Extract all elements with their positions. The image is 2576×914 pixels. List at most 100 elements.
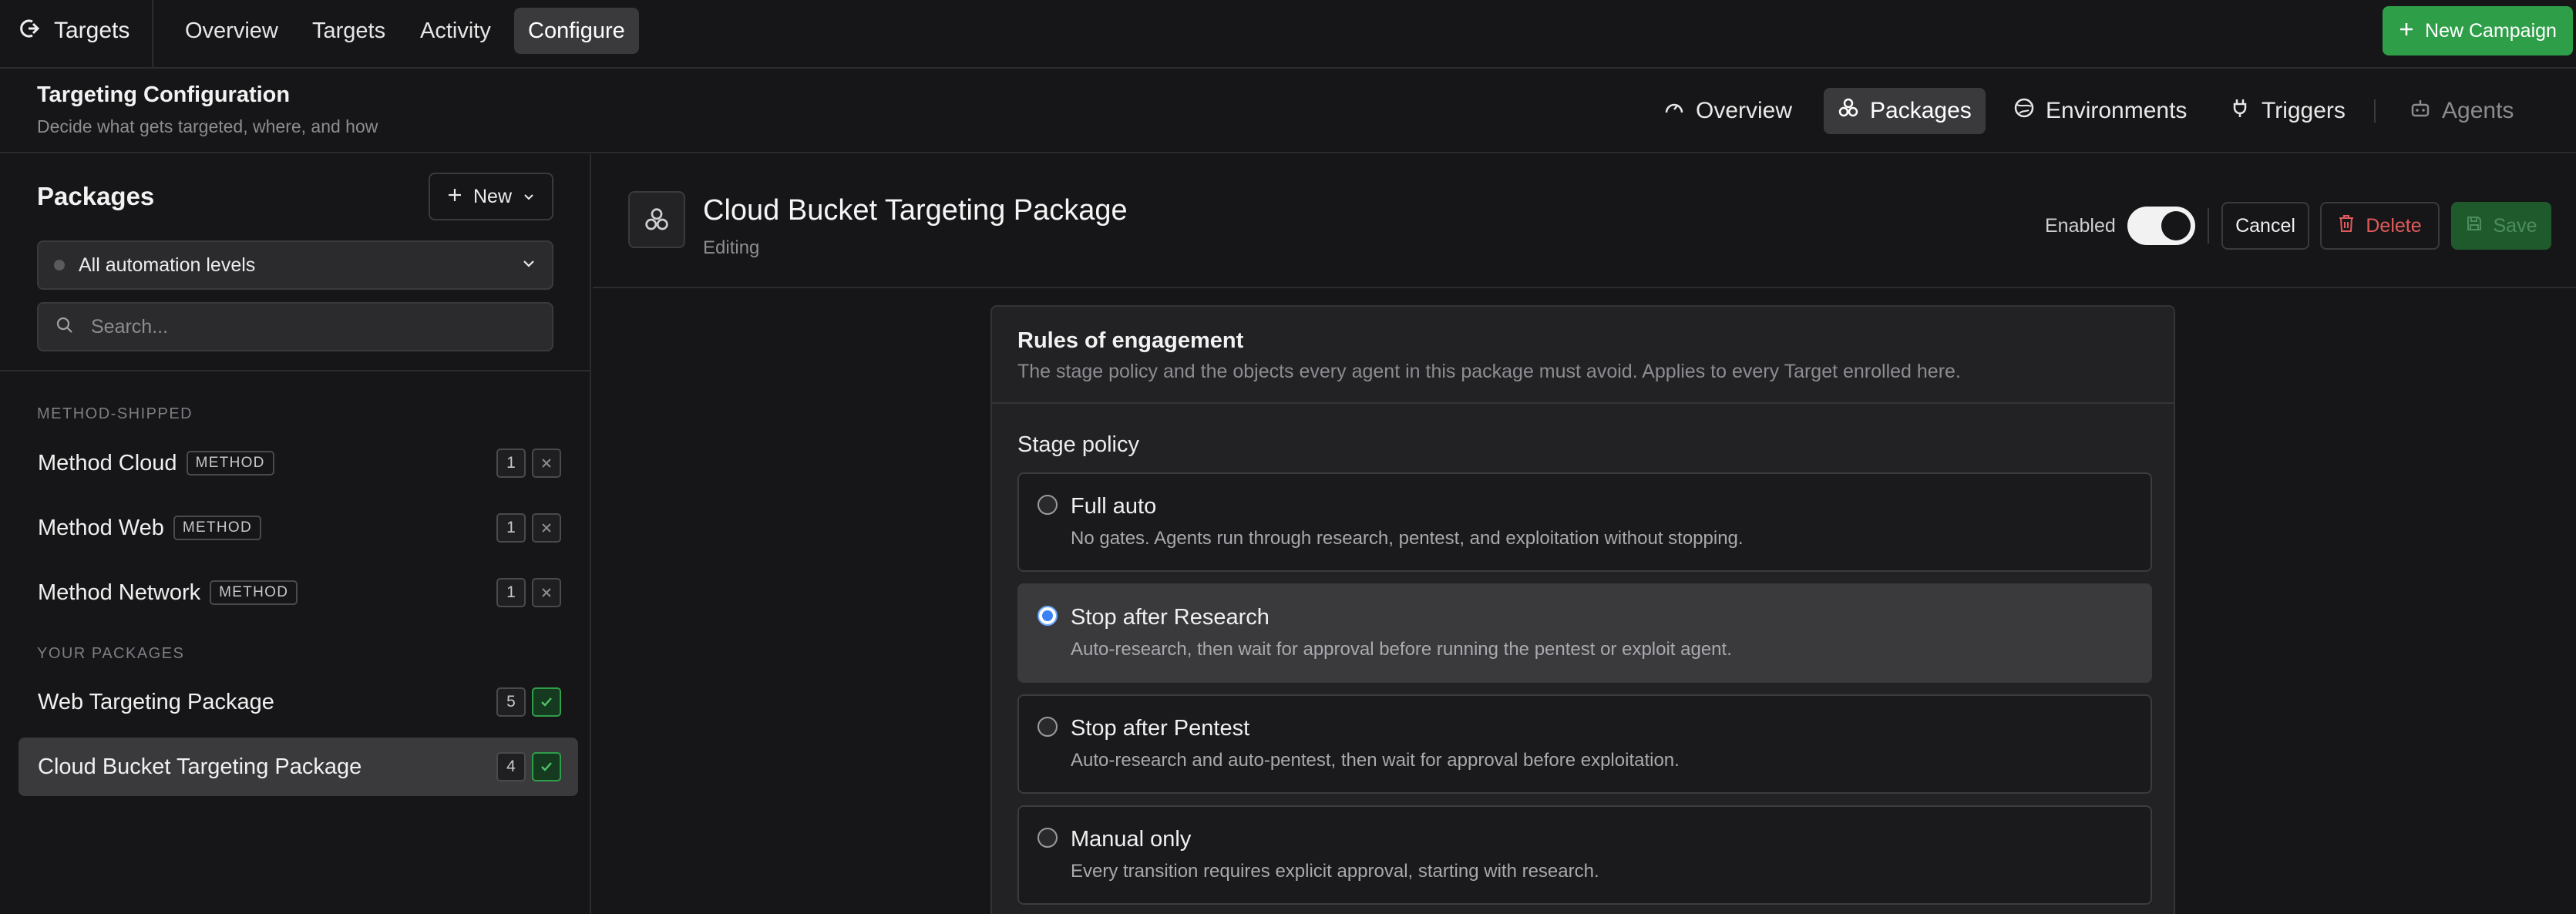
target-count-badge: 1 xyxy=(496,449,526,478)
subtab-overview[interactable]: Overview xyxy=(1650,88,1806,134)
save-icon xyxy=(2466,215,2483,237)
package-title: Cloud Bucket Targeting Package xyxy=(703,194,1128,227)
check-icon xyxy=(541,697,552,707)
save-label: Save xyxy=(2493,214,2537,237)
stage-option-stop-after-research[interactable]: Stop after Research Auto-research, then … xyxy=(1017,583,2152,683)
package-name: Method Network xyxy=(38,580,201,605)
delete-label: Delete xyxy=(2366,214,2422,237)
package-item-method-cloud[interactable]: Method Cloud METHOD 1 xyxy=(18,434,578,492)
subtab-label: Environments xyxy=(2046,98,2188,123)
option-label: Full auto xyxy=(1071,494,1157,519)
tab-configure[interactable]: Configure xyxy=(514,8,639,54)
plus-icon xyxy=(2399,20,2414,42)
subtab-label: Triggers xyxy=(2262,98,2346,123)
new-label: New xyxy=(472,185,512,207)
package-name: Web Targeting Package xyxy=(38,689,274,714)
packages-icon xyxy=(628,191,685,248)
page-title: Targeting Configuration xyxy=(37,82,291,107)
delete-button[interactable]: Delete xyxy=(2320,202,2440,250)
plug-icon xyxy=(2229,97,2251,125)
select-value: All automation levels xyxy=(79,254,256,276)
divider xyxy=(152,0,153,69)
option-description: Auto-research, then wait for approval be… xyxy=(1071,639,1732,660)
package-name: Method Web xyxy=(38,515,164,540)
section-label: YOUR PACKAGES xyxy=(37,645,185,662)
sidebar-title: Packages xyxy=(37,182,155,210)
option-description: No gates. Agents run through research, p… xyxy=(1071,528,1744,549)
stage-policy-label: Stage policy xyxy=(1017,432,1139,457)
divider xyxy=(2208,208,2209,244)
x-icon xyxy=(542,523,551,533)
stage-option-stop-after-pentest[interactable]: Stop after Pentest Auto-research and aut… xyxy=(1017,694,2152,794)
config-header: Targeting Configuration Decide what gets… xyxy=(0,69,2576,153)
package-item-method-web[interactable]: Method Web METHOD 1 xyxy=(18,499,578,557)
divider xyxy=(0,370,591,371)
method-badge: METHOD xyxy=(186,451,274,475)
disabled-toggle[interactable] xyxy=(532,449,561,478)
disabled-toggle[interactable] xyxy=(532,578,561,607)
search-input[interactable] xyxy=(91,315,523,338)
option-description: Auto-research and auto-pentest, then wai… xyxy=(1071,750,1680,771)
package-item-method-network[interactable]: Method Network METHOD 1 xyxy=(18,563,578,622)
option-label: Stop after Research xyxy=(1071,605,1270,630)
new-package-button[interactable]: New xyxy=(429,173,553,220)
package-search xyxy=(37,302,553,351)
new-campaign-button[interactable]: New Campaign xyxy=(2383,6,2573,55)
brand-logo-icon xyxy=(17,17,40,44)
radio-button-selected[interactable] xyxy=(1037,606,1058,626)
subtab-triggers[interactable]: Triggers xyxy=(2215,88,2359,134)
x-icon xyxy=(542,459,551,468)
subtab-label: Overview xyxy=(1696,98,1793,123)
cancel-button[interactable]: Cancel xyxy=(2221,202,2309,250)
tab-overview[interactable]: Overview xyxy=(171,8,292,54)
automation-level-select[interactable]: All automation levels xyxy=(37,240,553,290)
bot-icon xyxy=(2410,97,2431,125)
card-description: The stage policy and the objects every a… xyxy=(1017,361,1961,382)
toggle-knob xyxy=(2161,211,2191,240)
subtab-packages[interactable]: Packages xyxy=(1824,88,1986,134)
radio-button[interactable] xyxy=(1037,717,1058,737)
option-label: Manual only xyxy=(1071,827,1192,852)
radio-button[interactable] xyxy=(1037,495,1058,515)
divider xyxy=(2374,99,2376,123)
stage-option-full-auto[interactable]: Full auto No gates. Agents run through r… xyxy=(1017,472,2152,572)
section-label: METHOD-SHIPPED xyxy=(37,405,193,422)
packages-sidebar: Packages New All automation levels METHO… xyxy=(0,154,591,914)
new-campaign-label: New Campaign xyxy=(2425,19,2557,42)
rules-of-engagement-card: Rules of engagement The stage policy and… xyxy=(990,305,2175,914)
disabled-toggle[interactable] xyxy=(532,513,561,543)
target-count-badge: 1 xyxy=(496,578,526,607)
method-badge: METHOD xyxy=(210,580,298,605)
subtab-agents[interactable]: Agents xyxy=(2396,88,2527,134)
subtab-label: Packages xyxy=(1870,98,1972,123)
status-dot xyxy=(54,260,65,271)
tab-activity[interactable]: Activity xyxy=(406,8,505,54)
save-button[interactable]: Save xyxy=(2451,202,2551,250)
chevron-down-icon xyxy=(521,256,536,275)
top-navigation: Targets Overview Targets Activity Config… xyxy=(0,0,2576,69)
stage-option-manual-only[interactable]: Manual only Every transition requires ex… xyxy=(1017,805,2152,905)
search-icon xyxy=(55,316,74,338)
enabled-toggle[interactable] xyxy=(2127,207,2195,245)
x-icon xyxy=(542,588,551,597)
tab-targets[interactable]: Targets xyxy=(298,8,399,54)
subtab-environments[interactable]: Environments xyxy=(1999,88,2201,134)
plus-icon xyxy=(447,186,462,208)
brand[interactable]: Targets xyxy=(17,0,129,61)
page-subtitle: Decide what gets targeted, where, and ho… xyxy=(37,116,378,136)
method-badge: METHOD xyxy=(173,516,262,540)
option-description: Every transition requires explicit appro… xyxy=(1071,861,1599,882)
gauge-icon xyxy=(1663,97,1685,125)
radio-button[interactable] xyxy=(1037,828,1058,848)
packages-icon xyxy=(1838,97,1859,125)
package-editor: Cloud Bucket Targeting Package Editing E… xyxy=(593,154,2576,914)
option-label: Stop after Pentest xyxy=(1071,716,1250,741)
package-item-cloud-bucket[interactable]: Cloud Bucket Targeting Package 4 xyxy=(18,738,578,796)
enabled-toggle[interactable] xyxy=(532,687,561,717)
enabled-toggle[interactable] xyxy=(532,752,561,781)
editor-header: Cloud Bucket Targeting Package Editing E… xyxy=(593,154,2576,288)
chevron-down-icon xyxy=(523,186,535,208)
enabled-label: Enabled xyxy=(2045,215,2116,237)
package-item-web-targeting[interactable]: Web Targeting Package 5 xyxy=(18,673,578,731)
card-title: Rules of engagement xyxy=(1017,328,1244,353)
